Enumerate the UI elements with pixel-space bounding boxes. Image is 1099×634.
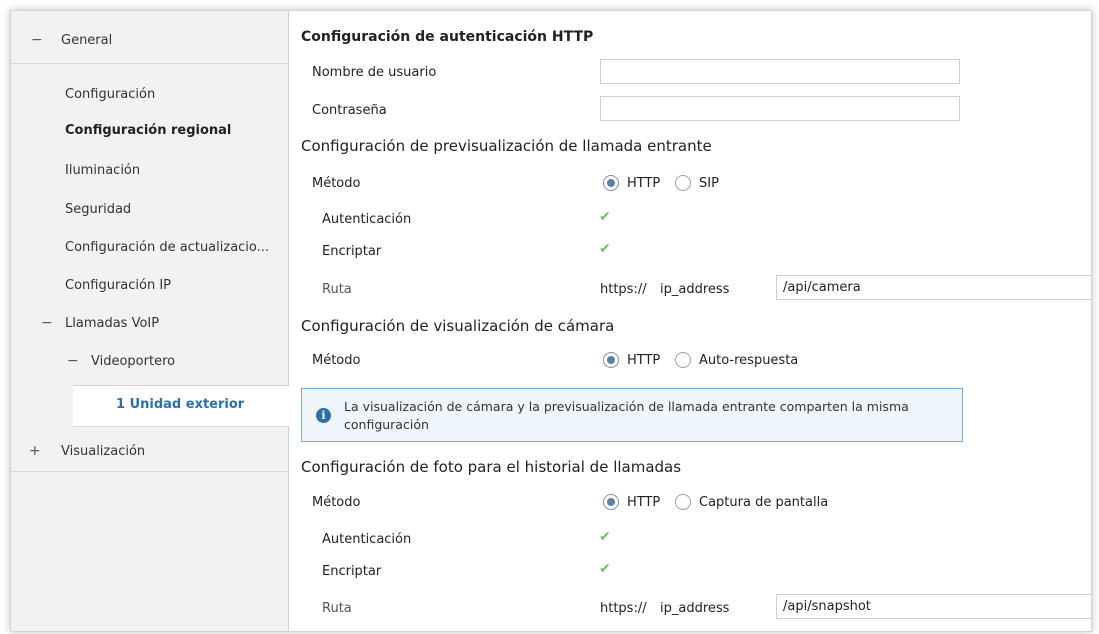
section-title-preview: Configuración de previsualización de lla…	[301, 137, 712, 155]
photo-encrypt-label: Encriptar	[322, 564, 382, 579]
password-field[interactable]	[600, 96, 960, 121]
camera-http-radio[interactable]	[603, 352, 619, 368]
photo-http-label: HTTP	[627, 495, 661, 510]
sidebar-group-visualizacion[interactable]: Visualización	[61, 444, 145, 459]
camera-http-label: HTTP	[627, 353, 661, 368]
photo-capture-radio[interactable]	[675, 494, 691, 510]
section-title-photo: Configuración de foto para el historial …	[301, 458, 682, 476]
sidebar-item-configuracion-regional[interactable]: Configuración regional	[65, 123, 231, 138]
info-icon: i	[316, 408, 331, 423]
preview-route-prefix: https://	[600, 282, 647, 297]
camera-auto-label: Auto-respuesta	[699, 353, 799, 368]
camera-method-label: Método	[312, 353, 361, 368]
expand-icon[interactable]: +	[29, 443, 41, 459]
preview-route-input[interactable]	[776, 275, 1091, 300]
preview-sip-radio[interactable]	[675, 175, 691, 191]
preview-method-label: Método	[312, 176, 361, 191]
sidebar-item-unidad-exterior[interactable]: 1 Unidad exterior	[116, 397, 244, 412]
main-panel: Configuración de autenticación HTTP Nomb…	[290, 11, 1091, 631]
divider	[11, 63, 289, 64]
sidebar-item-iluminacion[interactable]: Iluminación	[65, 163, 140, 178]
photo-auth-label: Autenticación	[322, 532, 412, 547]
divider	[11, 471, 289, 472]
preview-sip-label: SIP	[699, 176, 719, 191]
collapse-icon[interactable]: −	[31, 32, 43, 48]
photo-method-label: Método	[312, 495, 361, 510]
sidebar-item-actualizacion[interactable]: Configuración de actualizacio...	[65, 240, 277, 255]
collapse-icon[interactable]: −	[41, 315, 53, 331]
preview-route-label: Ruta	[322, 282, 352, 297]
info-box: i La visualización de cámara y la previs…	[301, 388, 963, 442]
photo-route-label: Ruta	[322, 601, 352, 616]
photo-route-prefix: https://	[600, 601, 647, 616]
username-label: Nombre de usuario	[312, 65, 437, 80]
photo-route-host: ip_address	[660, 601, 730, 616]
check-icon[interactable]: ✔	[599, 209, 611, 225]
preview-http-radio[interactable]	[603, 175, 619, 191]
photo-route-input[interactable]	[776, 594, 1091, 619]
sidebar-item-seguridad[interactable]: Seguridad	[65, 202, 131, 217]
collapse-icon[interactable]: −	[67, 353, 79, 369]
camera-auto-radio[interactable]	[675, 352, 691, 368]
section-title-http-auth: Configuración de autenticación HTTP	[301, 29, 594, 45]
password-label: Contraseña	[312, 103, 387, 118]
photo-http-radio[interactable]	[603, 494, 619, 510]
info-text: La visualización de cámara y la previsua…	[344, 399, 909, 432]
check-icon[interactable]: ✔	[599, 529, 611, 545]
window: − General Configuración Configuración re…	[10, 10, 1092, 632]
sidebar-group-general[interactable]: General	[61, 33, 112, 48]
sidebar-group-llamadas-voip[interactable]: Llamadas VoIP	[65, 316, 159, 331]
check-icon[interactable]: ✔	[599, 561, 611, 577]
username-field[interactable]	[600, 59, 960, 84]
sidebar: − General Configuración Configuración re…	[11, 11, 289, 631]
sidebar-group-videoportero[interactable]: Videoportero	[91, 354, 175, 369]
sidebar-item-configuracion-ip[interactable]: Configuración IP	[65, 278, 171, 293]
preview-auth-label: Autenticación	[322, 212, 412, 227]
preview-route-host: ip_address	[660, 282, 730, 297]
section-title-camera: Configuración de visualización de cámara	[301, 317, 615, 335]
preview-http-label: HTTP	[627, 176, 661, 191]
sidebar-item-configuracion[interactable]: Configuración	[65, 87, 155, 102]
check-icon[interactable]: ✔	[599, 241, 611, 257]
preview-encrypt-label: Encriptar	[322, 244, 382, 259]
photo-capture-label: Captura de pantalla	[699, 495, 829, 510]
